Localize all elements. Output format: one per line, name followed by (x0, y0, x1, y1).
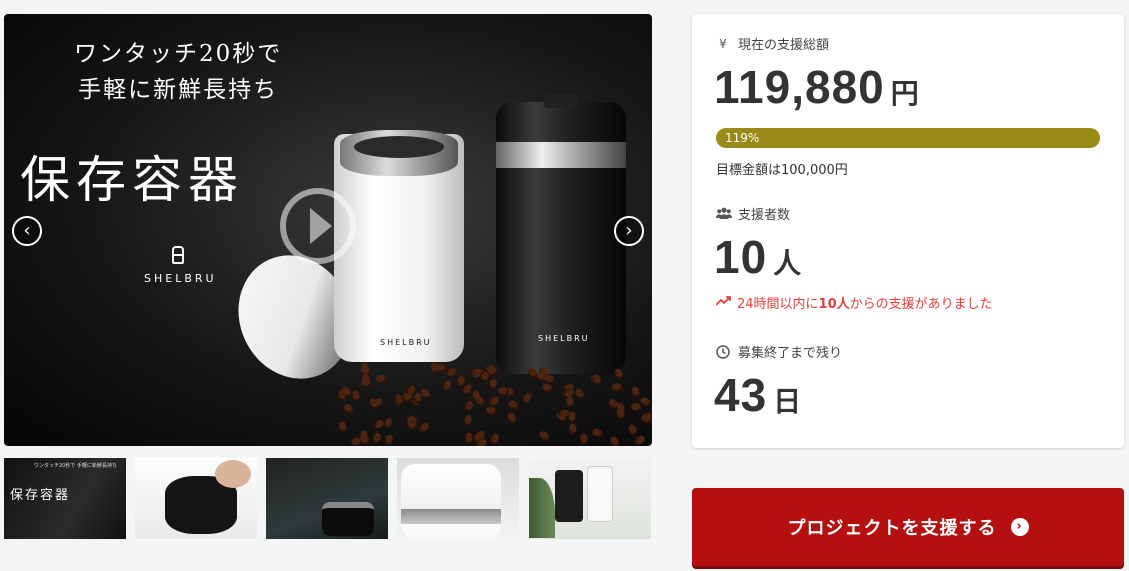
coffee-bean (486, 394, 500, 408)
thumbnail-5[interactable] (529, 458, 651, 539)
coffee-bean (416, 421, 430, 434)
coffee-bean (484, 405, 499, 417)
coffee-bean (461, 413, 474, 428)
coffee-bean (631, 402, 643, 412)
coffee-bean (337, 420, 347, 433)
funding-amount-value: 119,880 (714, 61, 885, 113)
funding-progress-percent: 119% (725, 131, 760, 145)
play-icon[interactable] (280, 188, 356, 264)
hero-image[interactable]: ワンタッチ20秒で 手軽に新鮮長持ち 保存容器 SHELBRU SHELBRU … (4, 14, 652, 446)
coffee-bean (506, 398, 521, 412)
chevron-right-icon[interactable]: › (614, 216, 644, 246)
thumbnail-title: 保存容器 (10, 488, 71, 503)
coffee-bean (519, 391, 534, 405)
brand-name: SHELBRU (144, 272, 217, 285)
funding-label: 現在の支援総額 (738, 38, 830, 53)
thumbnail-product (401, 464, 501, 539)
support-project-button[interactable]: プロジェクトを支援する › (692, 488, 1124, 566)
remaining-days: 43 日 (714, 370, 802, 427)
coffee-bean (341, 402, 356, 416)
coffee-bean (573, 387, 586, 401)
black-canister-ring (496, 142, 626, 168)
backers-count-value: 10 (714, 231, 768, 283)
trending-up-icon (715, 295, 732, 310)
black-canister-label: SHELBRU (538, 334, 590, 343)
thumbnail-1[interactable]: ワンタッチ20秒で 手軽に新鮮長持ち 保存容器 (4, 458, 126, 539)
coffee-bean (611, 382, 624, 392)
coffee-bean (540, 382, 555, 395)
coffee-bean (578, 433, 589, 446)
chevron-left-icon[interactable]: ‹ (12, 216, 42, 246)
coffee-bean (357, 433, 371, 446)
support-project-label: プロジェクトを支援する (787, 518, 997, 539)
white-canister-label: SHELBRU (380, 338, 432, 347)
brand-logo-icon (172, 246, 184, 264)
coffee-bean (627, 423, 639, 437)
thumbnail-subtitle: ワンタッチ20秒で 手軽に新鮮長持ち (34, 463, 117, 469)
coffee-bean (376, 375, 388, 384)
remaining-label-row: 募集終了まで残り (716, 342, 842, 361)
recent-backers-suffix: からの支援がありました (849, 297, 993, 312)
coffee-bean (487, 431, 501, 446)
arrow-right-circle-icon: › (1010, 518, 1029, 536)
funding-label-row: ¥ 現在の支援総額 (716, 34, 830, 54)
coffee-bean (568, 423, 577, 435)
thumbnail-product-white (587, 466, 613, 522)
black-canister-knob (544, 94, 578, 108)
hero-subtitle-line2: 手軽に新鮮長持ち (78, 77, 279, 103)
funding-goal: 目標金額は100,000円 (716, 163, 848, 178)
users-icon (716, 207, 732, 221)
thumbnail-2[interactable] (135, 458, 257, 539)
coffee-bean (486, 377, 498, 392)
coffee-bean (537, 428, 551, 443)
funding-progress-fill (716, 128, 1100, 148)
coffee-bean (370, 431, 383, 445)
hero-subtitle-line1: ワンタッチ20秒で (74, 41, 283, 67)
recent-backers-prefix: 24時間以内に (737, 297, 819, 312)
thumbnail-3[interactable] (266, 458, 388, 539)
thumbnail-product (322, 502, 374, 536)
hero-title: 保存容器 (20, 151, 244, 209)
coffee-bean (350, 389, 361, 402)
coffee-bean (613, 367, 624, 381)
recent-backers-notice: 24時間以内に10人からの支援がありました (715, 293, 993, 312)
backers-count: 10 人 (714, 232, 802, 289)
hero-subtitle: ワンタッチ20秒で 手軽に新鮮長持ち (74, 36, 282, 108)
coffee-bean (359, 376, 373, 389)
thumbnail-plant (529, 478, 555, 538)
recent-backers-count: 10人 (818, 297, 850, 312)
funding-amount-unit: 円 (890, 78, 920, 109)
coffee-bean (590, 373, 603, 387)
funding-amount: 119,880 円 (714, 62, 920, 119)
remaining-days-unit: 日 (773, 386, 803, 417)
backers-label-row: 支援者数 (716, 204, 790, 223)
funding-progress-bar: 119% (716, 128, 1100, 148)
remaining-label: 募集終了まで残り (738, 346, 843, 361)
thumbnail-product-black (555, 470, 583, 522)
yen-icon: ¥ (719, 36, 727, 51)
coffee-bean (564, 396, 575, 409)
coffee-bean (505, 411, 518, 425)
coffee-bean (630, 385, 641, 399)
project-stats-card: ¥ 現在の支援総額 119,880 円 119% 目標金額は100,000円 支援… (692, 14, 1124, 448)
white-canister-rim (340, 130, 458, 176)
coffee-bean (463, 431, 474, 444)
coffee-bean (633, 434, 647, 446)
backers-label: 支援者数 (738, 208, 791, 223)
coffee-bean (383, 433, 395, 446)
thumbnail-strip: ワンタッチ20秒で 手軽に新鮮長持ち 保存容器 (4, 458, 652, 539)
thumbnail-4[interactable] (397, 458, 519, 539)
clock-icon (716, 344, 730, 359)
backers-count-unit: 人 (773, 248, 803, 279)
coffee-bean (590, 427, 604, 440)
coffee-bean (608, 435, 621, 446)
recent-backers-text: 24時間以内に10人からの支援がありました (737, 293, 993, 312)
coffee-bean (439, 377, 454, 392)
remaining-days-value: 43 (714, 369, 768, 421)
thumbnail-finger (215, 460, 251, 488)
